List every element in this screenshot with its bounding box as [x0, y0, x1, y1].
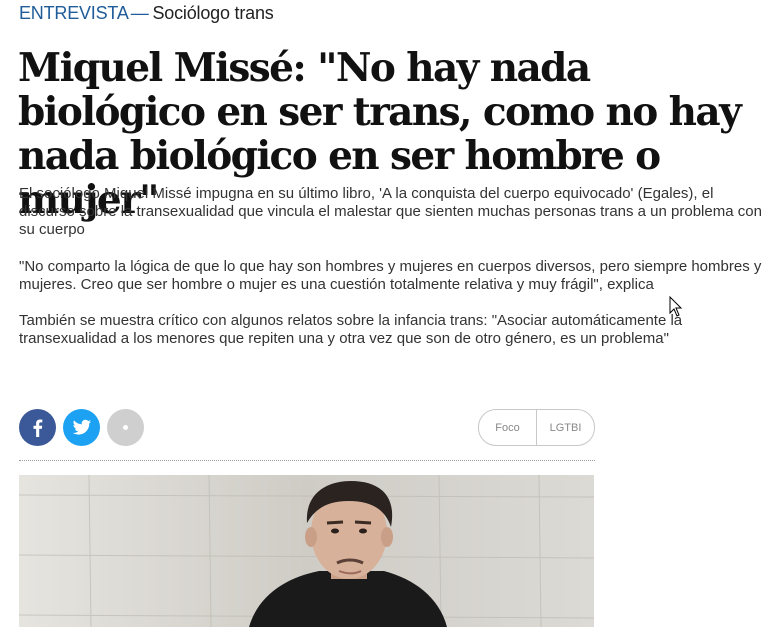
article-photo [19, 475, 594, 627]
more-options-icon [123, 425, 128, 430]
share-twitter-button[interactable] [63, 409, 100, 446]
tag-lgtbi[interactable]: LGTBI [537, 422, 594, 434]
facebook-icon [33, 419, 42, 437]
kicker: ENTREVISTA — Sociólogo trans [19, 3, 274, 24]
share-facebook-button[interactable] [19, 409, 56, 446]
tag-foco[interactable]: Foco [479, 422, 536, 434]
section-link[interactable]: ENTREVISTA [19, 3, 129, 23]
share-more-button[interactable] [107, 409, 144, 446]
mouse-cursor-icon [669, 296, 683, 317]
divider [19, 460, 595, 461]
portrait-photo [19, 475, 594, 627]
summary-item-2: "No comparto la lógica de que lo que hay… [19, 258, 762, 293]
summary-item-3: También se muestra crítico con algunos r… [19, 312, 683, 347]
twitter-icon [72, 419, 91, 435]
kicker-separator: — [130, 3, 149, 23]
share-bar [19, 409, 144, 446]
tag-list: Foco LGTBI [478, 409, 595, 446]
summary-item-1: El sociólogo Miquel Missé impugna en su … [19, 185, 762, 238]
topic-link[interactable]: Sociólogo trans [153, 3, 274, 23]
